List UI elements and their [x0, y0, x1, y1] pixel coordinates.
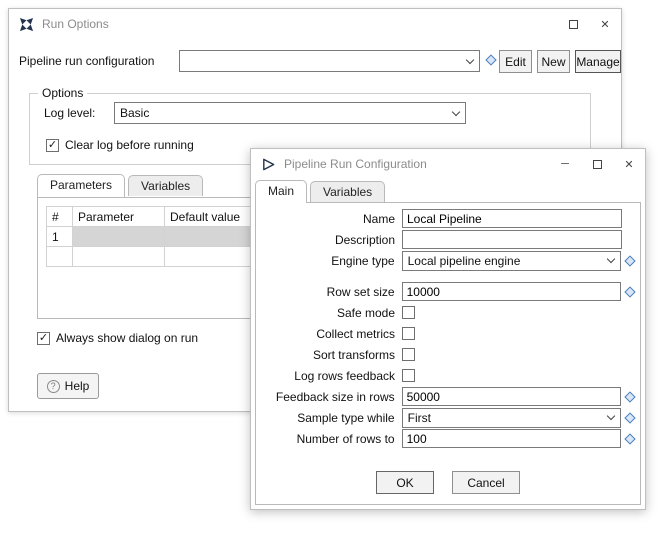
- always-show-label: Always show dialog on run: [56, 331, 198, 345]
- chevron-down-icon: [466, 55, 474, 63]
- variable-diamond-icon[interactable]: [624, 286, 635, 297]
- parameter-cell[interactable]: [73, 247, 165, 267]
- tab-variables[interactable]: Variables: [310, 181, 385, 202]
- chevron-down-icon: [607, 255, 615, 263]
- collect-metrics-checkbox[interactable]: [402, 327, 415, 340]
- row-num-cell[interactable]: 1: [47, 227, 73, 247]
- engine-type-combo[interactable]: Local pipeline engine: [402, 251, 621, 271]
- ok-button[interactable]: OK: [376, 471, 434, 494]
- options-group-legend: Options: [38, 86, 87, 100]
- chevron-down-icon: [452, 107, 460, 115]
- log-rows-feedback-row: Log rows feedback: [256, 365, 640, 386]
- clear-log-checkbox[interactable]: ✓: [46, 139, 59, 152]
- name-row: Name: [256, 208, 640, 229]
- log-rows-feedback-checkbox[interactable]: [402, 369, 415, 382]
- pipeline-config-title: Pipeline Run Configuration: [284, 157, 549, 171]
- edit-button[interactable]: Edit: [499, 50, 532, 73]
- log-level-combo[interactable]: Basic: [114, 102, 466, 124]
- parameter-cell[interactable]: [73, 227, 165, 247]
- sort-transforms-checkbox[interactable]: [402, 348, 415, 361]
- check-icon: ✓: [39, 333, 48, 344]
- pipeline-run-configuration-dialog: Pipeline Run Configuration ─ ✕ Main Vari…: [250, 148, 646, 510]
- log-level-label: Log level:: [44, 106, 95, 120]
- feedback-size-label: Feedback size in rows: [256, 390, 402, 404]
- safe-mode-row: Safe mode: [256, 302, 640, 323]
- engine-type-row: Engine type Local pipeline engine: [256, 250, 640, 271]
- header-num: #: [47, 207, 73, 227]
- manage-button[interactable]: Manage: [575, 50, 621, 73]
- check-icon: ✓: [48, 140, 57, 151]
- run-options-title: Run Options: [42, 17, 557, 31]
- maximize-icon: [569, 20, 578, 29]
- tab-main[interactable]: Main: [255, 180, 307, 203]
- variable-diamond-icon[interactable]: [624, 412, 635, 423]
- pipeline-icon: [260, 156, 276, 172]
- close-button[interactable]: ✕: [589, 9, 621, 39]
- pipeline-config-titlebar[interactable]: Pipeline Run Configuration ─ ✕: [251, 149, 645, 179]
- collect-metrics-label: Collect metrics: [256, 327, 402, 341]
- engine-type-label: Engine type: [256, 254, 402, 268]
- clear-log-label: Clear log before running: [65, 138, 194, 152]
- engine-type-value: Local pipeline engine: [408, 254, 521, 268]
- hop-logo-icon: [18, 16, 34, 32]
- row-num-cell[interactable]: [47, 247, 73, 267]
- sort-transforms-label: Sort transforms: [256, 348, 402, 362]
- sample-type-value: First: [408, 411, 431, 425]
- parameters-variables-tabstrip: Parameters Variables: [37, 174, 206, 196]
- log-rows-feedback-label: Log rows feedback: [256, 369, 402, 383]
- name-label: Name: [256, 212, 402, 226]
- cancel-button[interactable]: Cancel: [452, 471, 520, 494]
- pipeline-run-config-label: Pipeline run configuration: [19, 54, 154, 68]
- collect-metrics-row: Collect metrics: [256, 323, 640, 344]
- minimize-icon: ─: [561, 158, 569, 170]
- close-icon: ✕: [624, 158, 633, 171]
- pipeline-run-config-combo[interactable]: [179, 50, 480, 72]
- always-show-row: ✓ Always show dialog on run: [37, 331, 198, 345]
- help-icon: ?: [47, 380, 60, 393]
- sort-transforms-row: Sort transforms: [256, 344, 640, 365]
- number-of-rows-label: Number of rows to: [256, 432, 402, 446]
- run-options-titlebar[interactable]: Run Options ✕: [9, 9, 621, 39]
- new-button[interactable]: New: [537, 50, 570, 73]
- minimize-button[interactable]: ─: [549, 149, 581, 179]
- description-row: Description: [256, 229, 640, 250]
- help-button[interactable]: ? Help: [37, 373, 99, 399]
- variable-diamond-icon[interactable]: [624, 255, 635, 266]
- header-parameter: Parameter: [73, 207, 165, 227]
- help-label: Help: [65, 379, 90, 393]
- row-set-size-field[interactable]: [402, 282, 621, 301]
- variable-diamond-icon[interactable]: [485, 54, 496, 65]
- clear-log-row: ✓ Clear log before running: [46, 138, 194, 152]
- maximize-icon: [593, 160, 602, 169]
- variable-diamond-icon[interactable]: [624, 433, 635, 444]
- close-button[interactable]: ✕: [613, 149, 645, 179]
- close-icon: ✕: [600, 18, 609, 31]
- name-field[interactable]: [402, 209, 622, 228]
- description-label: Description: [256, 233, 402, 247]
- dialog-button-row: OK Cancel: [256, 471, 640, 494]
- row-set-size-row: Row set size: [256, 281, 640, 302]
- chevron-down-icon: [607, 412, 615, 420]
- maximize-button[interactable]: [557, 9, 589, 39]
- main-variables-tabstrip: Main Variables: [255, 180, 388, 202]
- feedback-size-row: Feedback size in rows: [256, 386, 640, 407]
- number-of-rows-row: Number of rows to: [256, 428, 640, 449]
- feedback-size-field[interactable]: [402, 387, 621, 406]
- variable-diamond-icon[interactable]: [624, 391, 635, 402]
- always-show-checkbox[interactable]: ✓: [37, 332, 50, 345]
- sample-type-combo[interactable]: First: [402, 408, 621, 428]
- safe-mode-label: Safe mode: [256, 306, 402, 320]
- description-field[interactable]: [402, 230, 622, 249]
- main-tab-panel: Name Description Engine type Local pipel…: [255, 202, 641, 505]
- tab-variables[interactable]: Variables: [128, 175, 203, 196]
- maximize-button[interactable]: [581, 149, 613, 179]
- number-of-rows-field[interactable]: [402, 429, 621, 448]
- tab-parameters[interactable]: Parameters: [37, 174, 125, 197]
- row-set-size-label: Row set size: [256, 285, 402, 299]
- sample-type-row: Sample type while First: [256, 407, 640, 428]
- log-level-value: Basic: [120, 106, 149, 120]
- safe-mode-checkbox[interactable]: [402, 306, 415, 319]
- sample-type-label: Sample type while: [256, 411, 402, 425]
